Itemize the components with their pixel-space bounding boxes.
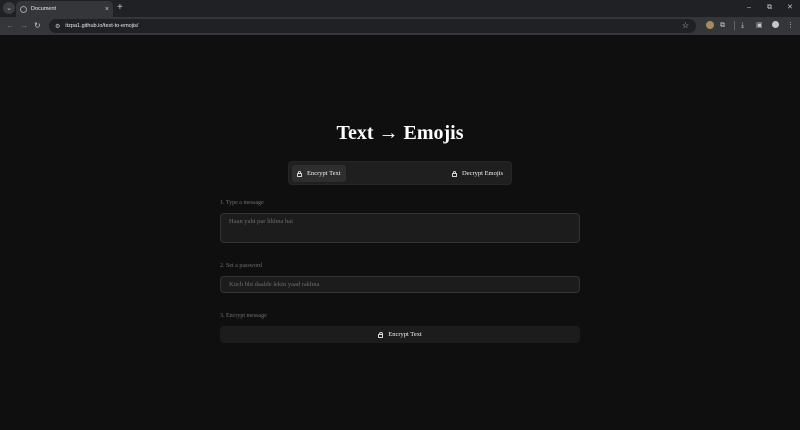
lock-icon	[452, 170, 458, 177]
password-label: 2. Set a password	[220, 263, 262, 269]
lock-icon	[297, 170, 302, 177]
address-bar[interactable]: ⚙ itzpa1.github.io/text-to-emojis/ ☆	[49, 19, 696, 33]
extension-avatar-icon[interactable]	[706, 21, 714, 29]
globe-icon	[20, 5, 27, 13]
downloads-icon[interactable]: ⤓	[741, 20, 744, 32]
page-viewport: Text → Emojis Encrypt Text Decrypt Emoji…	[0, 35, 800, 430]
decrypt-mode-label: Decrypt Emojis	[462, 170, 503, 177]
page-title: Text → Emojis	[336, 122, 464, 144]
back-button[interactable]: ←	[6, 20, 14, 32]
encrypt-step-label: 3. Encrypt message	[220, 313, 267, 319]
message-input[interactable]	[220, 213, 580, 243]
minimize-button[interactable]: –	[747, 2, 751, 14]
new-tab-button[interactable]: +	[117, 2, 123, 14]
encrypt-mode-button[interactable]: Encrypt Text	[292, 165, 346, 182]
profile-avatar-icon[interactable]	[772, 21, 779, 28]
encrypt-mode-label: Encrypt Text	[307, 170, 341, 177]
browser-toolbar: ← → ↻ ⚙ itzpa1.github.io/text-to-emojis/…	[0, 17, 800, 35]
restore-button[interactable]: ⧉	[767, 2, 772, 14]
encrypt-button-label: Encrypt Text	[388, 331, 422, 338]
extensions-icon[interactable]: ⧉	[720, 20, 725, 32]
menu-icon[interactable]: ⋮	[787, 20, 794, 32]
tab-strip: ⌄ Document × + – ⧉ ✕	[0, 0, 800, 17]
password-input[interactable]	[220, 276, 580, 293]
lock-icon	[378, 331, 384, 338]
decrypt-mode-button[interactable]: Decrypt Emojis	[447, 165, 508, 182]
site-info-icon[interactable]: ⚙	[55, 23, 60, 30]
bookmark-star-icon[interactable]: ☆	[682, 20, 689, 32]
close-tab-icon[interactable]: ×	[105, 6, 109, 13]
reload-button[interactable]: ↻	[34, 20, 41, 32]
tab-document[interactable]: Document ×	[16, 1, 113, 17]
close-window-button[interactable]: ✕	[787, 2, 793, 14]
toolbar-divider	[734, 21, 735, 30]
encrypt-button[interactable]: Encrypt Text	[220, 326, 580, 343]
mode-switch: Encrypt Text Decrypt Emojis	[288, 161, 512, 185]
tab-title: Document	[31, 6, 57, 12]
forward-button[interactable]: →	[20, 20, 28, 32]
message-label: 1. Type a message	[220, 200, 264, 206]
url-text[interactable]: itzpa1.github.io/text-to-emojis/	[65, 23, 138, 29]
tab-search-icon[interactable]: ⌄	[3, 2, 15, 14]
side-panel-icon[interactable]: ▣	[756, 20, 763, 32]
